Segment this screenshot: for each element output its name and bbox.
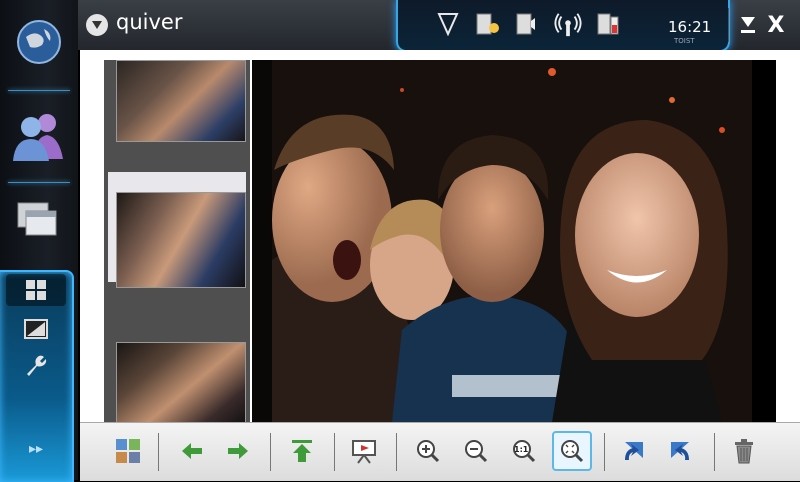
clock: 16:21 [668, 18, 712, 36]
slideshow-icon [352, 440, 376, 464]
internet-connection-icon[interactable] [554, 10, 582, 38]
thumbnail-2[interactable] [108, 172, 246, 288]
fullscreen-button[interactable] [6, 314, 66, 344]
rotate-left-icon [625, 442, 643, 460]
image-viewer-area [80, 50, 800, 428]
contacts-icon [13, 114, 63, 161]
web-browser-button[interactable] [10, 12, 68, 72]
more-arrows-icon: ▸▸ [28, 441, 44, 457]
thumbnail-strip[interactable] [104, 60, 250, 428]
presence-icon[interactable] [434, 10, 462, 38]
trash-icon [735, 439, 753, 464]
arrow-up-to-top-icon [292, 440, 312, 462]
app-title[interactable]: quiver [116, 10, 182, 34]
zoom-1to1-label: 1:1 [514, 445, 529, 454]
thumbnails-button[interactable] [6, 274, 66, 306]
zoom-in-button[interactable] [410, 433, 446, 469]
rotate-right-button[interactable] [662, 433, 698, 469]
upload-button[interactable] [284, 433, 320, 469]
task-navigator: ▸▸ [0, 0, 78, 482]
globe-icon [17, 20, 61, 64]
volume-icon[interactable] [514, 10, 542, 38]
bottom-toolbar: 1:1 [80, 422, 800, 481]
settings-button[interactable] [6, 350, 66, 380]
contacts-button[interactable] [10, 106, 68, 166]
gallery-grid-icon [116, 439, 140, 463]
zoom-out-icon [465, 440, 488, 463]
previous-button[interactable] [174, 433, 210, 469]
thumbnail-1[interactable] [108, 60, 246, 170]
thumbnail-3-image [116, 342, 246, 428]
applications-button[interactable] [10, 196, 68, 246]
delete-button[interactable] [726, 433, 762, 469]
zoom-out-button[interactable] [458, 433, 494, 469]
gallery-button[interactable] [110, 433, 146, 469]
app-menu-button[interactable] [86, 14, 108, 36]
arrow-left-icon [182, 443, 202, 459]
close-button[interactable]: X [764, 12, 788, 38]
status-area[interactable]: 16:21 TOIST [396, 0, 730, 52]
thumbnail-2-image [116, 192, 246, 288]
arrow-right-icon [228, 443, 248, 459]
main-photo[interactable] [252, 60, 776, 422]
battery-icon[interactable] [594, 10, 622, 38]
chevron-down-icon [92, 21, 102, 29]
fullscreen-icon [24, 319, 48, 339]
zoom-1to1-button[interactable]: 1:1 [506, 433, 542, 469]
clock-date: TOIST [674, 37, 695, 45]
rotate-right-icon [671, 442, 689, 460]
rotate-left-button[interactable] [616, 433, 652, 469]
zoom-in-icon [417, 440, 440, 463]
minimize-arrow-icon [741, 17, 755, 33]
photo-image [252, 60, 776, 422]
settings-wrench-icon [27, 355, 47, 376]
slideshow-button[interactable] [346, 433, 382, 469]
next-button[interactable] [220, 433, 256, 469]
zoom-fit-button[interactable] [552, 431, 592, 471]
display-brightness-icon[interactable] [474, 10, 502, 38]
title-bar: quiver 16:21 TOIST X [78, 0, 800, 52]
minimize-button[interactable] [736, 12, 760, 38]
thumbnails-icon [26, 280, 46, 300]
more-button[interactable]: ▸▸ [6, 436, 66, 462]
applications-icon [17, 202, 57, 236]
zoom-fit-icon [561, 440, 584, 463]
thumbnail-1-image [116, 60, 246, 142]
